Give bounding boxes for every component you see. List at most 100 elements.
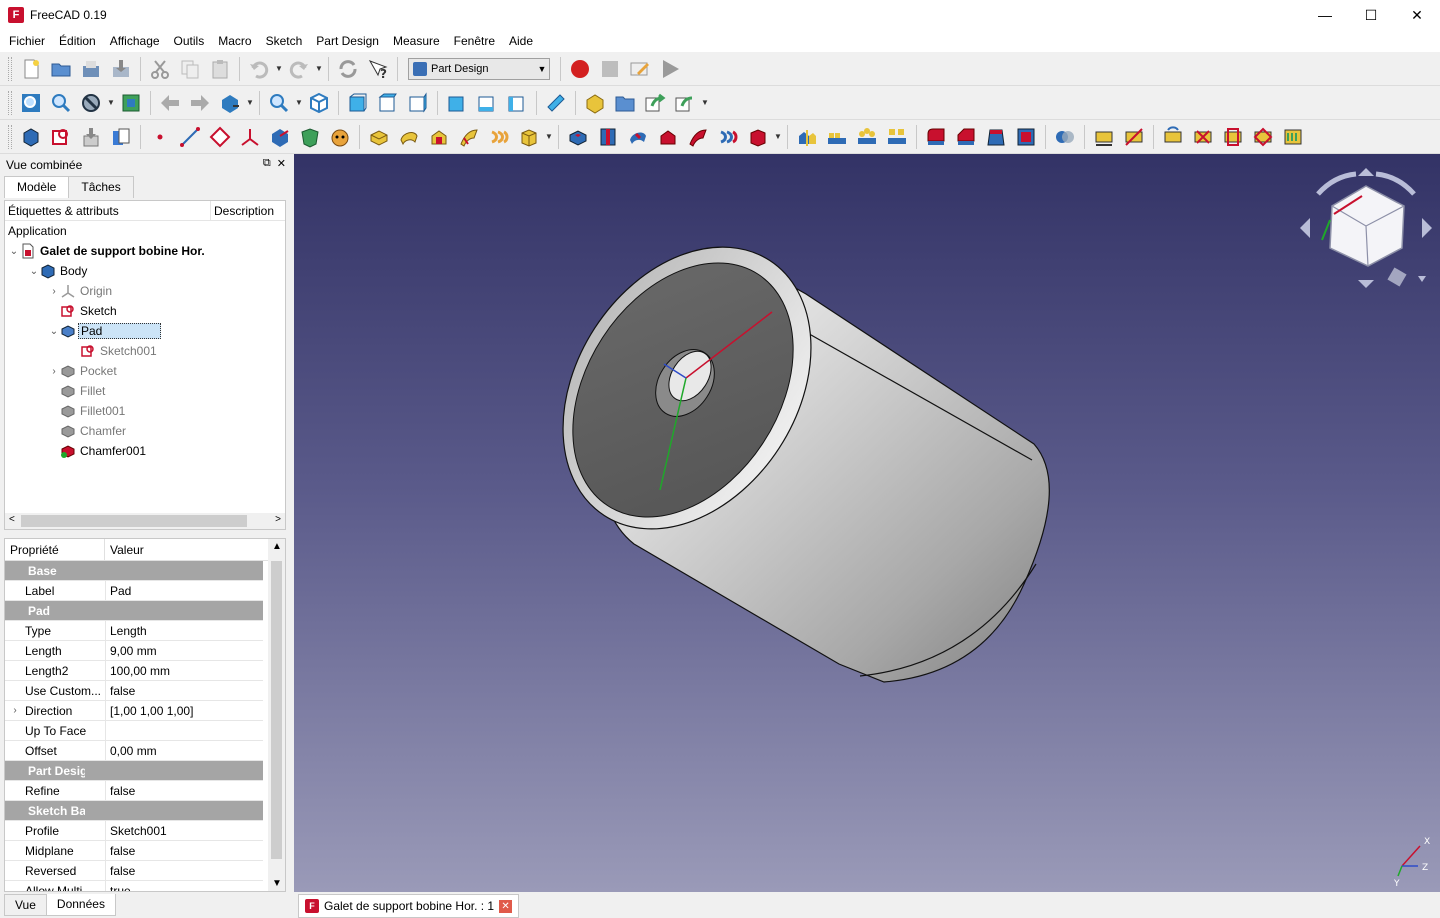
create-clone-button[interactable] (326, 123, 354, 151)
3d-viewport[interactable]: X Z Y (294, 154, 1440, 892)
property-row[interactable]: Allow Multi... true (5, 880, 263, 891)
clone-button[interactable] (107, 123, 135, 151)
measure-angular-button[interactable] (1120, 123, 1148, 151)
tree-item[interactable]: › Pocket (5, 361, 285, 381)
copy-button[interactable] (176, 55, 204, 83)
menu-part-design[interactable]: Part Design (309, 30, 386, 52)
datum-line-button[interactable] (176, 123, 204, 151)
scroll-down-icon[interactable]: ▼ (272, 878, 282, 889)
mirrored-button[interactable] (793, 123, 821, 151)
menu-aide[interactable]: Aide (502, 30, 540, 52)
make-link-button[interactable] (641, 89, 669, 117)
link-actions-dropdown[interactable]: ▼ (700, 89, 710, 117)
open-document-button[interactable] (47, 55, 75, 83)
validate-sketch-button[interactable] (77, 123, 105, 151)
additive-primitive-button[interactable] (515, 123, 543, 151)
undo-button[interactable] (245, 55, 273, 83)
expanded-chevron-icon[interactable]: ⌄ (28, 266, 40, 277)
property-value[interactable]: 100,00 mm (105, 660, 263, 681)
property-header-value[interactable]: Valeur (105, 539, 144, 560)
nav-up-arrow-icon[interactable] (1358, 168, 1374, 176)
macro-record-button[interactable] (566, 55, 594, 83)
property-row[interactable]: Refine false (5, 780, 263, 801)
chamfer-button[interactable] (952, 123, 980, 151)
redo-button[interactable] (285, 55, 313, 83)
thickness-button[interactable] (1012, 123, 1040, 151)
datum-plane-button[interactable] (206, 123, 234, 151)
toolbar-grip[interactable] (8, 124, 12, 149)
expand-chevron-icon[interactable]: › (5, 705, 25, 716)
nav-down-arrow-icon[interactable] (1358, 280, 1374, 288)
property-value[interactable] (105, 720, 263, 741)
new-document-button[interactable] (17, 55, 45, 83)
view-bottom-button[interactable] (473, 89, 501, 117)
groove-button[interactable] (624, 123, 652, 151)
menu-affichage[interactable]: Affichage (103, 30, 167, 52)
polar-pattern-button[interactable] (853, 123, 881, 151)
property-vertical-scrollbar[interactable]: ▲ ▼ (268, 539, 285, 891)
property-header-name[interactable]: Propriété (5, 539, 105, 560)
scroll-up-icon[interactable]: ▲ (272, 541, 282, 552)
forward-button[interactable] (186, 89, 214, 117)
tab-taches[interactable]: Tâches (68, 176, 134, 198)
document-tab[interactable]: F Galet de support bobine Hor. : 1 ✕ (298, 894, 520, 918)
multi-transform-button[interactable] (883, 123, 911, 151)
collapsed-chevron-icon[interactable]: › (48, 286, 60, 297)
view-isometric-button[interactable] (305, 89, 333, 117)
property-group-row[interactable]: Sketch Based (5, 801, 263, 821)
property-row[interactable]: Up To Face (5, 720, 263, 741)
create-sketch-button[interactable] (47, 123, 75, 151)
measure-toggle-all-button[interactable] (1219, 123, 1247, 151)
property-row[interactable]: › Direction [1,00 1,00 1,00] (5, 700, 263, 721)
tree-item[interactable]: Chamfer (5, 421, 285, 441)
property-row[interactable]: Offset 0,00 mm (5, 740, 263, 761)
collapsed-chevron-icon[interactable]: › (48, 366, 60, 377)
create-group-button[interactable] (611, 89, 639, 117)
nav-rotate-left-icon[interactable] (1316, 171, 1357, 196)
hole-button[interactable] (594, 123, 622, 151)
back-button[interactable] (156, 89, 184, 117)
tab-modele[interactable]: Modèle (4, 176, 70, 198)
tab-donnees[interactable]: Données (45, 894, 116, 916)
tree-item[interactable]: Chamfer001 (5, 441, 285, 461)
undock-icon[interactable]: ⧉ (263, 157, 271, 170)
fit-selection-button[interactable] (47, 89, 75, 117)
subshape-binder-button[interactable] (296, 123, 324, 151)
boolean-button[interactable] (1051, 123, 1079, 151)
menu-edition[interactable]: Édition (52, 30, 103, 52)
menu-fenetre[interactable]: Fenêtre (447, 30, 502, 52)
close-panel-icon[interactable]: ✕ (277, 157, 286, 170)
property-row[interactable]: Reversed false (5, 860, 263, 881)
property-value[interactable]: Pad (105, 580, 263, 601)
property-group-row[interactable]: Pad (5, 601, 263, 621)
scroll-left-icon[interactable]: < (9, 514, 15, 525)
pocket-button[interactable] (564, 123, 592, 151)
sync-view-button[interactable] (216, 89, 244, 117)
tree-header-description[interactable]: Description (211, 201, 274, 220)
datum-point-button[interactable] (146, 123, 174, 151)
measure-refresh-button[interactable] (1159, 123, 1187, 151)
undo-dropdown[interactable]: ▼ (274, 55, 284, 83)
expanded-chevron-icon[interactable]: ⌄ (8, 246, 20, 257)
nav-left-arrow-icon[interactable] (1300, 218, 1310, 238)
workbench-selector[interactable]: Part Design ▼ (408, 57, 550, 80)
subtractive-loft-button[interactable] (654, 123, 682, 151)
property-row[interactable]: Type Length (5, 620, 263, 641)
linear-pattern-button[interactable] (823, 123, 851, 151)
property-value[interactable]: false (105, 860, 263, 881)
view-left-button[interactable] (503, 89, 531, 117)
property-value[interactable]: 0,00 mm (105, 740, 263, 761)
tree-scroll-thumb[interactable] (21, 515, 247, 527)
view-rear-button[interactable] (443, 89, 471, 117)
measure-linear-button[interactable] (1090, 123, 1118, 151)
paste-button[interactable] (206, 55, 234, 83)
nav-right-arrow-icon[interactable] (1422, 218, 1432, 238)
tree-item[interactable]: Sketch (5, 301, 285, 321)
menu-fichier[interactable]: Fichier (2, 30, 52, 52)
menu-macro[interactable]: Macro (211, 30, 258, 52)
tree-horizontal-scrollbar[interactable]: < > (5, 513, 285, 529)
tree-item[interactable]: Fillet (5, 381, 285, 401)
property-value[interactable]: Sketch001 (105, 820, 263, 841)
minimize-button[interactable]: — (1302, 0, 1348, 30)
create-body-button[interactable] (17, 123, 45, 151)
